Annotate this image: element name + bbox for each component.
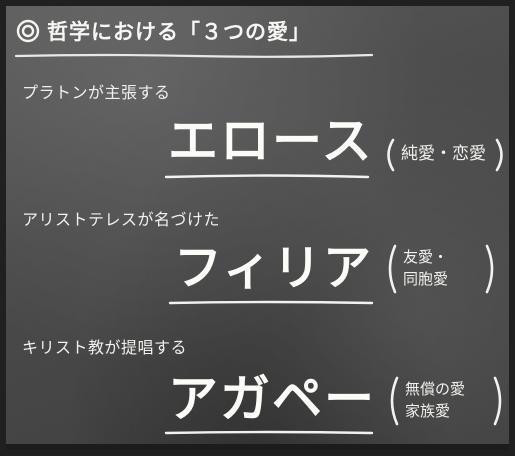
meaning-eros-line-1: 純愛・恋愛 xyxy=(401,144,486,164)
paren-open-agape xyxy=(390,376,399,426)
meaning-eros: 純愛・恋愛 xyxy=(401,143,486,165)
term-philia: フィリア xyxy=(174,240,374,296)
meaning-agape: 無償の愛 家族愛 xyxy=(405,378,465,422)
title-underline xyxy=(14,53,374,58)
paren-open-eros xyxy=(387,138,395,172)
term-eros: エロース xyxy=(168,111,374,170)
term-agape: アガペー xyxy=(168,369,376,428)
meaning-philia-line-2: 同胞愛 xyxy=(403,270,449,288)
paren-close-agape xyxy=(493,376,502,426)
double-circle-icon xyxy=(16,19,40,43)
page-title: 哲学における「３つの愛」 xyxy=(47,20,311,44)
paren-close-philia xyxy=(485,244,494,294)
title-row: 哲学における「３つの愛」 xyxy=(16,14,311,48)
paren-close-eros xyxy=(495,138,503,172)
meaning-agape-line-1: 無償の愛 xyxy=(405,380,466,398)
term-underline-agape xyxy=(164,430,374,435)
chalkboard: 哲学における「３つの愛」 プラトンが主張する エロース 純愛・恋愛 アリストテレ… xyxy=(0,0,515,456)
meaning-philia-line-1: 友愛・ xyxy=(403,248,449,266)
paren-open-philia xyxy=(388,244,397,294)
term-underline-philia xyxy=(168,300,374,305)
section-label-eros: プラトンが主張する xyxy=(22,83,171,102)
section-label-agape: キリスト教が提唱する xyxy=(22,338,188,357)
term-underline-eros xyxy=(164,174,370,179)
board-bottom-edge xyxy=(6,444,509,450)
meaning-agape-line-2: 家族愛 xyxy=(405,402,451,420)
meaning-philia: 友愛・ 同胞愛 xyxy=(403,246,448,290)
section-label-philia: アリストテレスが名づけた xyxy=(22,210,221,229)
